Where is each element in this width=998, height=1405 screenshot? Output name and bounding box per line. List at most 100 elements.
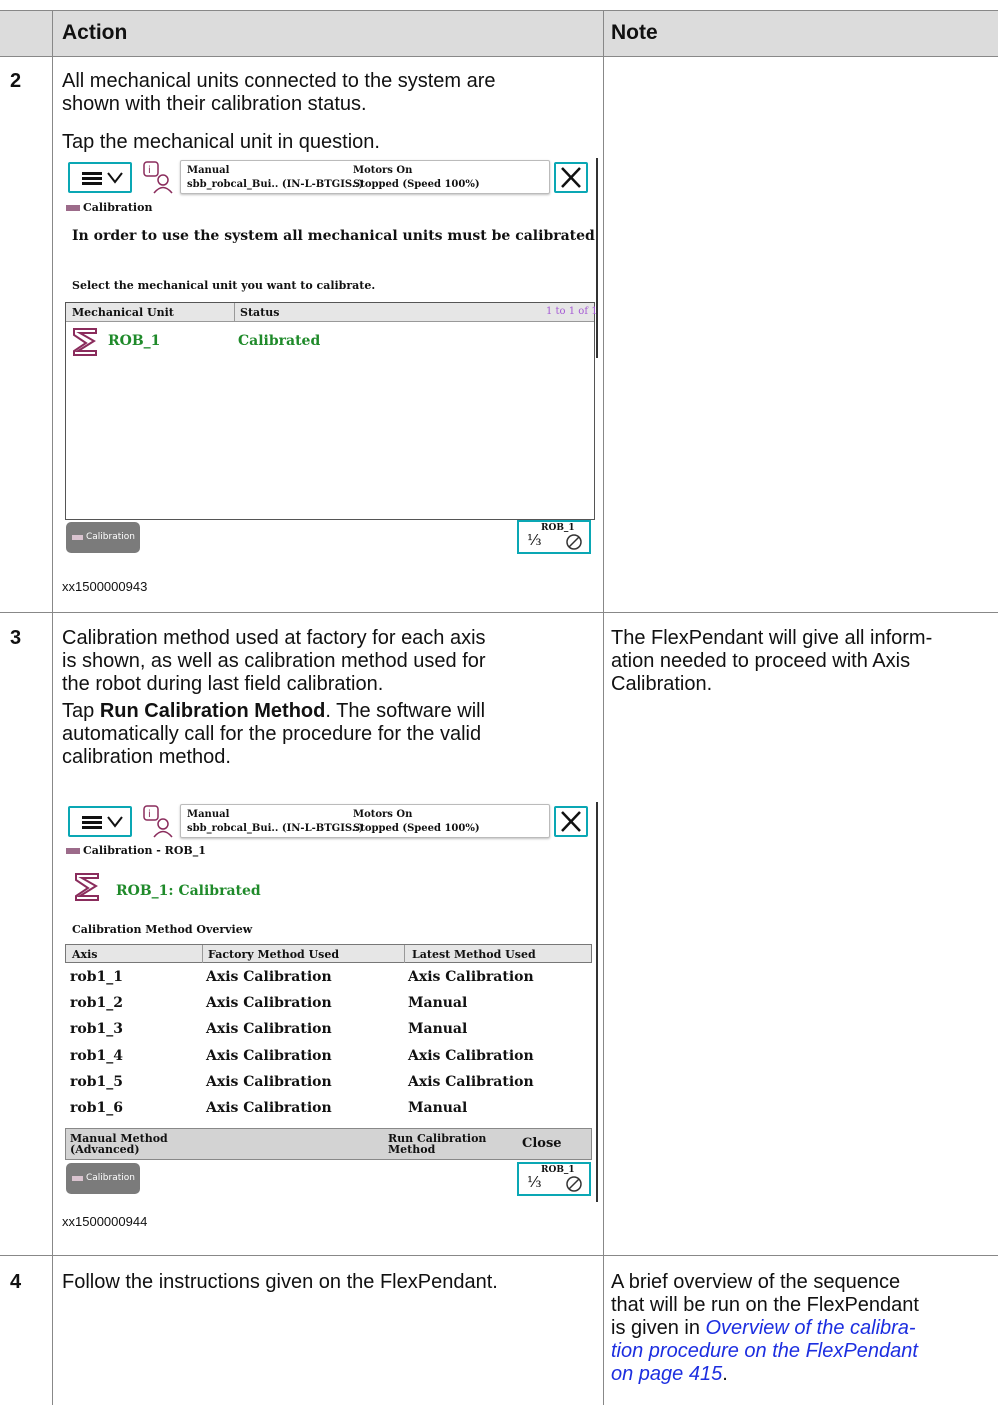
calibration-task-tab[interactable]: Calibration [66, 1163, 140, 1194]
latest-method: Axis Calibration [408, 969, 534, 985]
system-name: sbb_robcal_Bui.. (IN-L-BTGIS..) [187, 823, 364, 834]
factory-method: Axis Calibration [206, 1021, 332, 1037]
table-header-divider [0, 56, 998, 57]
unit-status: Calibrated [238, 333, 321, 349]
status-info-box[interactable]: Manual sbb_robcal_Bui.. (IN-L-BTGIS..) M… [180, 804, 550, 838]
svg-text:i: i [148, 165, 151, 176]
unit-name: ROB_1 [108, 333, 161, 349]
system-name: sbb_robcal_Bui.. (IN-L-BTGIS..) [187, 179, 364, 190]
speed-icon [566, 1176, 582, 1192]
table-row[interactable]: rob1_6 Axis Calibration Manual [68, 1100, 588, 1126]
cross-reference-link[interactable]: on page 415 [611, 1363, 722, 1385]
column-axis: Axis [72, 948, 98, 961]
column-divider [52, 10, 53, 1405]
axis-name: rob1_5 [70, 1074, 123, 1090]
quickset-unit: ROB_1 [541, 523, 575, 533]
close-button[interactable] [554, 806, 588, 837]
table-row[interactable]: rob1_2 Axis Calibration Manual [68, 995, 588, 1021]
column-mechanical-unit: Mechanical Unit [72, 306, 174, 319]
quickset-unit: ROB_1 [541, 1165, 575, 1175]
cross-reference-link[interactable]: Overview of the calibra- [706, 1317, 916, 1339]
quickset-button[interactable]: ROB_1 ⅓ [517, 1162, 591, 1196]
factory-method: Axis Calibration [206, 1074, 332, 1090]
factory-method: Axis Calibration [206, 1100, 332, 1116]
step-note: The FlexPendant will give all inform- at… [611, 627, 933, 695]
axis-name: rob1_6 [70, 1100, 123, 1116]
speed-icon [566, 534, 582, 550]
hamburger-icon [82, 172, 123, 185]
scroll-edge [596, 158, 598, 358]
column-latest-method: Latest Method Used [412, 948, 536, 961]
command-bar: Manual Method (Advanced) Run Calibration M… [65, 1128, 592, 1160]
calibration-icon [72, 535, 83, 540]
table-header [0, 10, 998, 56]
row-divider [0, 612, 998, 613]
main-menu-button[interactable] [68, 162, 132, 193]
operating-mode: Manual [187, 809, 230, 820]
step-number: 3 [10, 627, 22, 649]
factory-method: Axis Calibration [206, 1048, 332, 1064]
quickset-increment: ⅓ [527, 531, 542, 549]
quickset-increment: ⅓ [527, 1173, 542, 1191]
flexpendant-screenshot-units: i Manual sbb_robcal_Bui.. (IN-L-BTGIS..)… [62, 158, 598, 560]
pendant-top-bar: i Manual sbb_robcal_Bui.. (IN-L-BTGIS..)… [62, 158, 598, 200]
robot-icon [73, 328, 97, 356]
calibration-icon [66, 205, 80, 211]
program-state: Stopped (Speed 100%) [353, 179, 480, 190]
axis-name: rob1_4 [70, 1048, 123, 1064]
calibration-icon [66, 848, 80, 854]
status-info-box[interactable]: Manual sbb_robcal_Bui.. (IN-L-BTGIS..) M… [180, 160, 550, 194]
hamburger-icon [82, 816, 123, 829]
latest-method: Axis Calibration [408, 1048, 534, 1064]
table-row[interactable]: rob1_4 Axis Calibration Axis Calibration [68, 1048, 588, 1074]
axis-name: rob1_2 [70, 995, 123, 1011]
latest-method: Manual [408, 1100, 468, 1116]
list-item[interactable]: ROB_1 Calibrated [70, 323, 590, 361]
mechanical-unit-list: Mechanical Unit Status 1 to 1 of 1 ROB_1… [65, 302, 598, 520]
quickset-button[interactable]: ROB_1 ⅓ [517, 520, 591, 554]
table-row[interactable]: rob1_1 Axis Calibration Axis Calibration [68, 969, 588, 995]
overview-header: Axis Factory Method Used Latest Method U… [65, 944, 592, 963]
robot-icon [75, 873, 99, 901]
table-row[interactable]: rob1_5 Axis Calibration Axis Calibration [68, 1074, 588, 1100]
table-border-top [0, 10, 998, 11]
latest-method: Axis Calibration [408, 1074, 534, 1090]
step-number: 4 [10, 1271, 22, 1293]
table-row[interactable]: rob1_3 Axis Calibration Manual [68, 1021, 588, 1047]
step-text: Calibration method used at factory for e… [62, 627, 486, 695]
info-message: In order to use the system all mechanica… [72, 228, 598, 244]
step-tap-instruction: Tap the mechanical unit in question. [62, 131, 380, 153]
row-divider [0, 1255, 998, 1256]
figure-id: xx1500000943 [62, 579, 148, 594]
step-note: A brief overview of the sequence that wi… [611, 1271, 919, 1385]
svg-text:i: i [148, 809, 151, 820]
main-menu-button[interactable] [68, 806, 132, 837]
calibration-task-tab[interactable]: Calibration [66, 522, 140, 553]
calibration-icon [72, 1176, 83, 1181]
pendant-top-bar: i Manual sbb_robcal_Bui.. (IN-L-BTGIS..)… [62, 802, 598, 844]
list-header: Mechanical Unit Status 1 to 1 of 1 [66, 303, 598, 322]
close-command-button[interactable]: Close [522, 1137, 562, 1150]
note-column-header: Note [611, 21, 658, 44]
list-count: 1 to 1 of 1 [546, 306, 598, 317]
user-info-icon[interactable]: i [142, 160, 174, 194]
motors-state: Motors On [353, 165, 413, 176]
flexpendant-screenshot-overview: i Manual sbb_robcal_Bui.. (IN-L-BTGIS..)… [62, 802, 598, 1202]
step-tap-instruction: Tap Run Calibration Method. The software… [62, 700, 486, 768]
close-icon [561, 811, 581, 832]
step-text: Follow the instructions given on the Fle… [62, 1271, 498, 1293]
user-info-icon[interactable]: i [142, 804, 174, 838]
cross-reference-link[interactable]: tion procedure on the FlexPendant [611, 1340, 919, 1363]
action-column-header: Action [62, 21, 128, 44]
breadcrumb: Calibration [66, 201, 152, 214]
column-factory-method: Factory Method Used [208, 948, 340, 961]
close-icon [561, 167, 581, 188]
program-state: Stopped (Speed 100%) [353, 823, 480, 834]
axis-name: rob1_3 [70, 1021, 123, 1037]
close-button[interactable] [554, 162, 588, 193]
latest-method: Manual [408, 1021, 468, 1037]
step-number: 2 [10, 70, 22, 92]
unit-calibration-heading: ROB_1: Calibrated [116, 883, 261, 899]
breadcrumb: Calibration - ROB_1 [66, 844, 206, 857]
operating-mode: Manual [187, 165, 230, 176]
